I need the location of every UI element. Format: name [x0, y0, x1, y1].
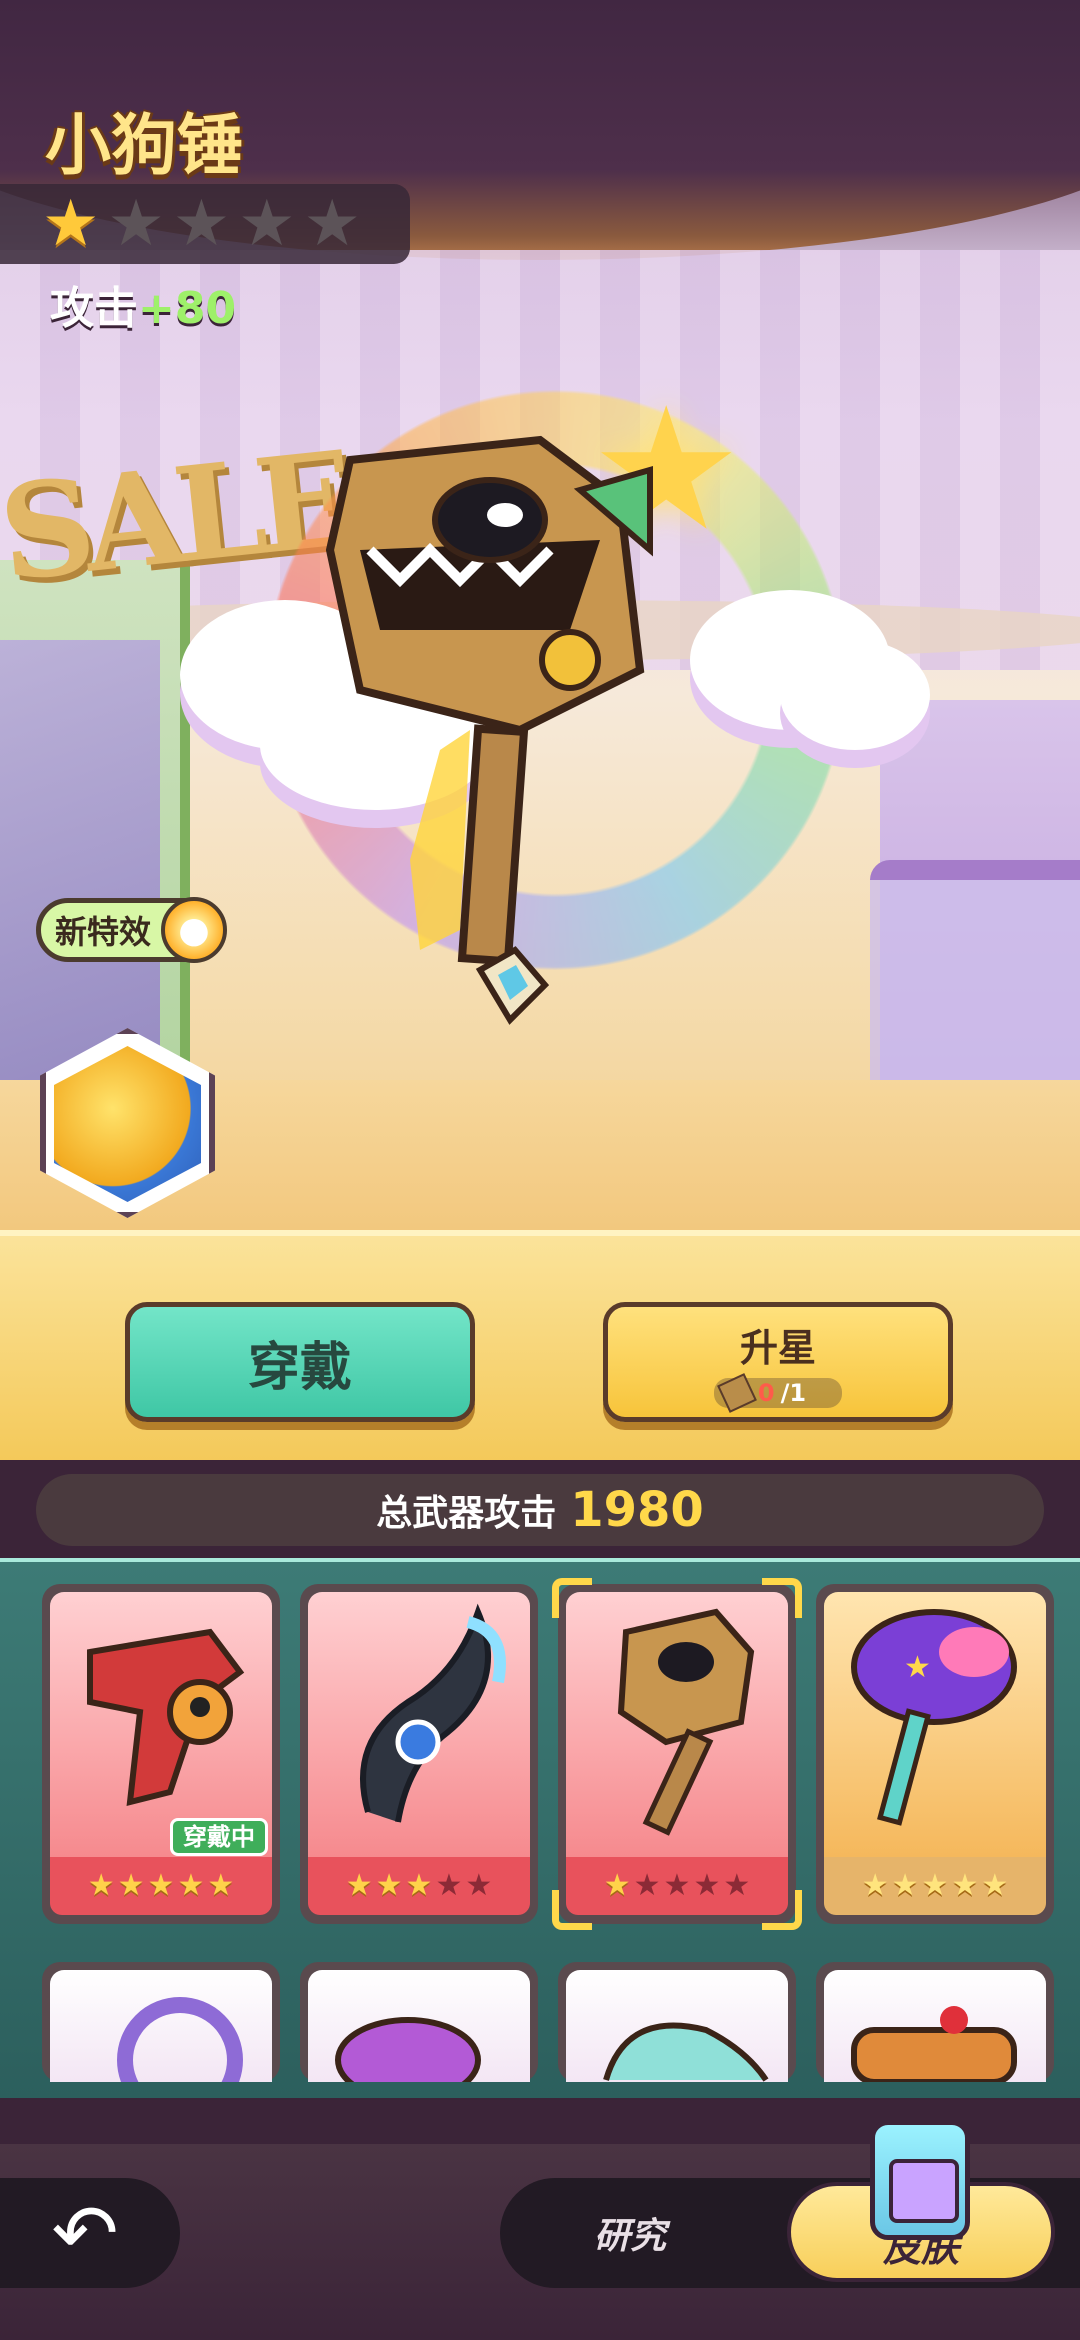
weapon-card-wing-scythe[interactable]: ★ ★ ★ ★ ★: [300, 1584, 538, 1924]
star-filled-icon: ★: [375, 1868, 403, 1903]
attack-bonus: +80: [138, 283, 237, 334]
card-art: [566, 1970, 788, 2082]
wing-scythe-icon: [360, 1603, 506, 1823]
card-art: [824, 1970, 1046, 2082]
weapon-name: 小狗锤: [45, 107, 243, 184]
back-button[interactable]: ↶: [0, 2178, 180, 2288]
selection-corner: [552, 1890, 592, 1930]
star-filled-icon: ★: [117, 1868, 145, 1903]
star-empty-icon: ★: [172, 187, 231, 261]
ring-weapon-icon: [117, 1997, 243, 2082]
dog-hammer-icon: [617, 1608, 755, 1836]
star-empty-icon: ★: [303, 187, 361, 261]
card-star-rating: ★ ★ ★ ★ ★: [50, 1857, 272, 1915]
star-filled-icon: ★: [207, 1868, 235, 1903]
cloud-right-2: [780, 640, 930, 750]
total-attack-value: 1980: [570, 1482, 704, 1538]
star-filled-icon: ★: [177, 1868, 205, 1903]
attack-stat: 攻击+80: [50, 272, 236, 336]
weapon-card-galaxy-hammer[interactable]: ★ ★ ★ ★ ★ ★: [816, 1584, 1054, 1924]
star-filled-icon: ★: [921, 1868, 949, 1903]
upgrade-need: /1: [780, 1378, 807, 1407]
purple-blaster-icon: [335, 2017, 481, 2082]
star-empty-icon: ★: [723, 1868, 751, 1903]
attack-label: 攻击: [50, 283, 138, 334]
star-filled-icon: ★: [981, 1868, 1009, 1903]
star-filled-icon: ★: [147, 1868, 175, 1903]
wing-staff-icon: [603, 2022, 769, 2082]
star-filled-icon: ★: [345, 1868, 373, 1903]
star-filled-icon: ★: [603, 1868, 631, 1903]
card-star-rating: ★ ★ ★ ★ ★: [308, 1857, 530, 1915]
weapon-card[interactable]: [558, 1962, 796, 2082]
galaxy-hammer-icon: ★: [851, 1609, 1017, 1826]
star-rating: ★ ★ ★ ★ ★: [0, 184, 410, 264]
back-arrow-icon: ↶: [51, 2186, 119, 2280]
upgrade-star-button[interactable]: 升星 0/1: [603, 1302, 953, 1422]
flame-icon: ●: [161, 897, 227, 963]
star-filled-icon: ★: [891, 1868, 919, 1903]
weapon-card-dog-hammer[interactable]: ★ ★ ★ ★ ★: [558, 1584, 796, 1924]
star-filled-icon: ★: [861, 1868, 889, 1903]
upgrade-have: 0: [757, 1378, 775, 1407]
star-filled-icon: ★: [405, 1868, 433, 1903]
upgrade-star-label: 升星: [739, 1325, 816, 1370]
cake-weapon-icon: [851, 2006, 1017, 2082]
star-filled-icon: ★: [42, 187, 100, 261]
star-filled-icon: ★: [951, 1868, 979, 1903]
dog-hammer-illustration: [325, 435, 653, 1025]
card-star-rating: ★ ★ ★ ★ ★: [824, 1857, 1046, 1915]
selection-corner: [762, 1890, 802, 1930]
wear-button-label: 穿戴: [247, 1337, 352, 1398]
card-star-rating: ★ ★ ★ ★ ★: [566, 1857, 788, 1915]
new-effect-badge[interactable]: 新特效 ●: [36, 897, 227, 963]
weapon-card[interactable]: [816, 1962, 1054, 2082]
card-art: [566, 1592, 788, 1857]
total-attack-label: 总武器攻击: [376, 1493, 557, 1534]
svg-text:★: ★: [904, 1650, 931, 1685]
card-art: [50, 1970, 272, 2082]
weapon-grid[interactable]: 穿戴中 ★ ★ ★ ★ ★ ★ ★ ★ ★ ★ ★ ★ ★ ★ ★ ★ ★ ★ …: [0, 1558, 1080, 2098]
selection-corner: [552, 1578, 592, 1618]
action-area: 穿戴 升星 0/1: [0, 1230, 1080, 1460]
star-empty-icon: ★: [693, 1868, 721, 1903]
card-art: [308, 1592, 530, 1857]
weapon-card[interactable]: [42, 1962, 280, 2082]
card-art: [308, 1970, 530, 2082]
total-attack-bar: 总武器攻击 1980: [36, 1474, 1044, 1546]
wearing-tag: 穿戴中: [170, 1818, 268, 1856]
tab-research[interactable]: 研究: [520, 2190, 740, 2276]
star-empty-icon: ★: [238, 187, 296, 261]
star-empty-icon: ★: [435, 1868, 463, 1903]
star-empty-icon: ★: [633, 1868, 661, 1903]
star-filled-icon: ★: [87, 1868, 115, 1903]
selection-corner: [762, 1578, 802, 1618]
star-empty-icon: ★: [465, 1868, 493, 1903]
wear-button[interactable]: 穿戴: [125, 1302, 475, 1422]
star-empty-icon: ★: [107, 187, 165, 261]
star-empty-icon: ★: [663, 1868, 691, 1903]
weapon-card-red-gun[interactable]: 穿戴中 ★ ★ ★ ★ ★: [42, 1584, 280, 1924]
left-display-case: [0, 640, 160, 1100]
new-effect-label: 新特效: [55, 913, 152, 951]
upgrade-cost: 0/1: [713, 1372, 843, 1413]
card-art: ★: [824, 1592, 1046, 1857]
spray-can-icon: [870, 2120, 970, 2240]
hammer-fragment-icon: [716, 1372, 757, 1413]
weapon-card[interactable]: [300, 1962, 538, 2082]
